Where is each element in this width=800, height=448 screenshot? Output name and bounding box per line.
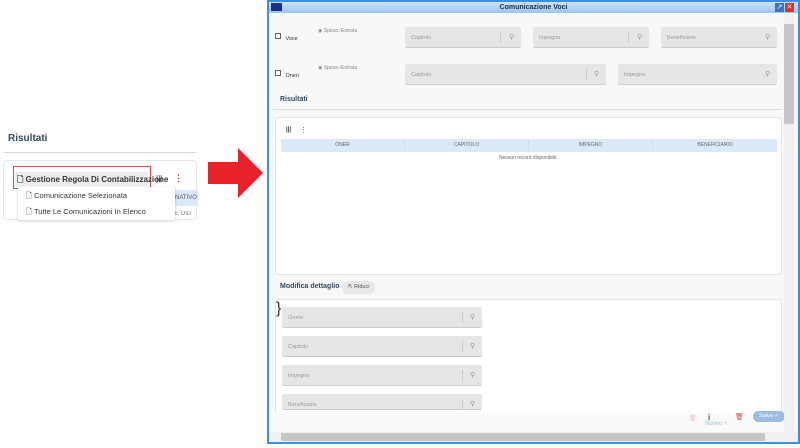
more-menu-icon[interactable]: ⋮ bbox=[300, 126, 307, 134]
app-logo-icon bbox=[271, 3, 282, 11]
document-icon: 🗋 bbox=[17, 175, 24, 184]
field-label: Capitolo bbox=[288, 344, 309, 350]
info-icon[interactable]: i bbox=[708, 413, 710, 422]
menu-item-comunicazione-selezionata[interactable]: 🗋 Comunicazione Selezionata bbox=[18, 187, 175, 203]
impegno-field[interactable]: Impegno ⚲ bbox=[533, 27, 649, 48]
dropdown-menu: 🗋 Comunicazione Selezionata 🗋 Tutte Le C… bbox=[18, 187, 175, 220]
divider bbox=[273, 109, 782, 110]
field-label: Impegno bbox=[539, 35, 561, 41]
table-header-fragment: NATIVO bbox=[175, 190, 198, 206]
close-button[interactable]: ✕ bbox=[785, 3, 794, 12]
impegno-detail-field[interactable]: Impegno ⚲ bbox=[282, 365, 482, 386]
menu-label: Comunicazione Selezionata bbox=[34, 191, 128, 200]
footer-bar: 🗑 Nuovo + i 🗑 Salva ✓ bbox=[269, 411, 785, 432]
onere-field[interactable]: Onere ⚲ bbox=[282, 307, 482, 328]
more-menu-icon[interactable]: ⋮ bbox=[174, 173, 183, 184]
dialog-window: Comunicazione Voci ↗ ✕ Voce ◉ Spesa○Entr… bbox=[267, 0, 800, 444]
oneri-impegno-field[interactable]: Impegno ⚲ bbox=[618, 64, 777, 85]
riduci-button[interactable]: ⇱ Riduci bbox=[342, 281, 376, 294]
search-icon[interactable]: ⚲ bbox=[594, 70, 599, 78]
field-label: Impegno bbox=[288, 373, 310, 379]
horizontal-scrollbar[interactable] bbox=[269, 432, 798, 442]
voce-checkbox[interactable]: Voce bbox=[275, 27, 298, 45]
search-icon[interactable]: ⚲ bbox=[765, 33, 770, 41]
document-icon: 🗋 bbox=[26, 207, 33, 216]
gestione-regola-button[interactable]: 🗋 Gestione Regola Di Contabilizzazione bbox=[15, 172, 168, 186]
capitolo-field[interactable]: Capitolo ⚲ bbox=[405, 27, 521, 48]
title-bar: Comunicazione Voci bbox=[269, 2, 798, 13]
salva-button[interactable]: Salva ✓ bbox=[753, 411, 785, 422]
radio-spesa[interactable]: Spesa bbox=[324, 65, 338, 71]
document-icon: 🗋 bbox=[26, 191, 33, 200]
salva-label: Salva bbox=[759, 413, 773, 419]
column-header-capitolo[interactable]: CAPITOLO bbox=[405, 139, 529, 152]
capitolo-detail-field[interactable]: Capitolo ⚲ bbox=[282, 336, 482, 357]
detail-card: Onere ⚲ Capitolo ⚲ Impegno ⚲ Beneficiario ⚲ … bbox=[275, 299, 782, 419]
radio-entrata[interactable]: Entrata bbox=[341, 65, 357, 71]
columns-icon[interactable]: ||| bbox=[286, 127, 291, 133]
riduci-label: Riduci bbox=[354, 284, 370, 290]
menu-item-tutte-le-comunicazioni[interactable]: 🗋 Tutte Le Comunicazioni In Elenco bbox=[18, 203, 175, 219]
search-icon[interactable]: ⚲ bbox=[470, 400, 475, 408]
button-label: Gestione Regola Di Contabilizzazione bbox=[25, 175, 169, 184]
search-icon[interactable]: ⚲ bbox=[765, 70, 770, 78]
oneri-checkbox[interactable]: Oneri bbox=[275, 64, 299, 82]
field-label: Beneficiario bbox=[667, 35, 696, 41]
radio-spesa[interactable]: Spesa bbox=[324, 28, 338, 34]
left-results-title: Risultati bbox=[8, 133, 48, 144]
detail-title: Modifica dettaglio bbox=[280, 283, 340, 290]
columns-icon[interactable]: ||| bbox=[156, 174, 162, 183]
field-label: Capitolo bbox=[411, 35, 432, 41]
voce-radio-group[interactable]: ◉ Spesa○Entrata bbox=[318, 28, 357, 34]
delete-ghost-icon: 🗑 bbox=[689, 416, 697, 422]
field-label: Beneficiario bbox=[288, 402, 317, 408]
oneri-capitolo-field[interactable]: Capitolo ⚲ bbox=[405, 64, 606, 85]
column-header-beneficiario[interactable]: BENEFICIARIO bbox=[653, 139, 777, 152]
table-cell-fragment: E OID bbox=[175, 211, 192, 217]
window-title: Comunicazione Voci bbox=[499, 4, 568, 11]
arrow-right-icon bbox=[208, 148, 263, 198]
field-label: Impegno bbox=[624, 72, 646, 78]
divider bbox=[3, 152, 197, 153]
checkbox-label: Voce bbox=[285, 36, 298, 42]
checkbox-label: Oneri bbox=[285, 73, 299, 79]
search-icon[interactable]: ⚲ bbox=[470, 313, 475, 321]
search-icon[interactable]: ⚲ bbox=[470, 342, 475, 350]
search-icon[interactable]: ⚲ bbox=[637, 33, 642, 41]
field-label: Onere bbox=[288, 315, 304, 321]
column-header-impegno[interactable]: IMPEGNO bbox=[529, 139, 653, 152]
search-icon[interactable]: ⚲ bbox=[470, 371, 475, 379]
beneficiario-field[interactable]: Beneficiario ⚲ bbox=[661, 27, 777, 48]
empty-message: Nessun record disponibile. bbox=[499, 155, 558, 161]
maximize-button[interactable]: ↗ bbox=[775, 3, 784, 12]
oneri-radio-group[interactable]: ◉ Spesa○Entrata bbox=[318, 65, 357, 71]
beneficiario-detail-field[interactable]: Beneficiario ⚲ bbox=[282, 394, 482, 410]
menu-label: Tutte Le Comunicazioni In Elenco bbox=[33, 207, 146, 216]
radio-entrata[interactable]: Entrata bbox=[341, 28, 357, 34]
trash-icon[interactable]: 🗑 bbox=[735, 413, 744, 421]
column-header-oner[interactable]: ONER bbox=[281, 139, 405, 152]
search-icon[interactable]: ⚲ bbox=[509, 33, 514, 41]
table-header: ONER CAPITOLO IMPEGNO BENEFICIARIO bbox=[281, 139, 777, 152]
results-card: ||| ⋮ ONER CAPITOLO IMPEGNO BENEFICIARIO… bbox=[275, 117, 782, 275]
results-title: Risultati bbox=[280, 96, 308, 103]
field-label: Capitolo bbox=[411, 72, 432, 78]
vertical-scrollbar[interactable] bbox=[784, 14, 794, 434]
